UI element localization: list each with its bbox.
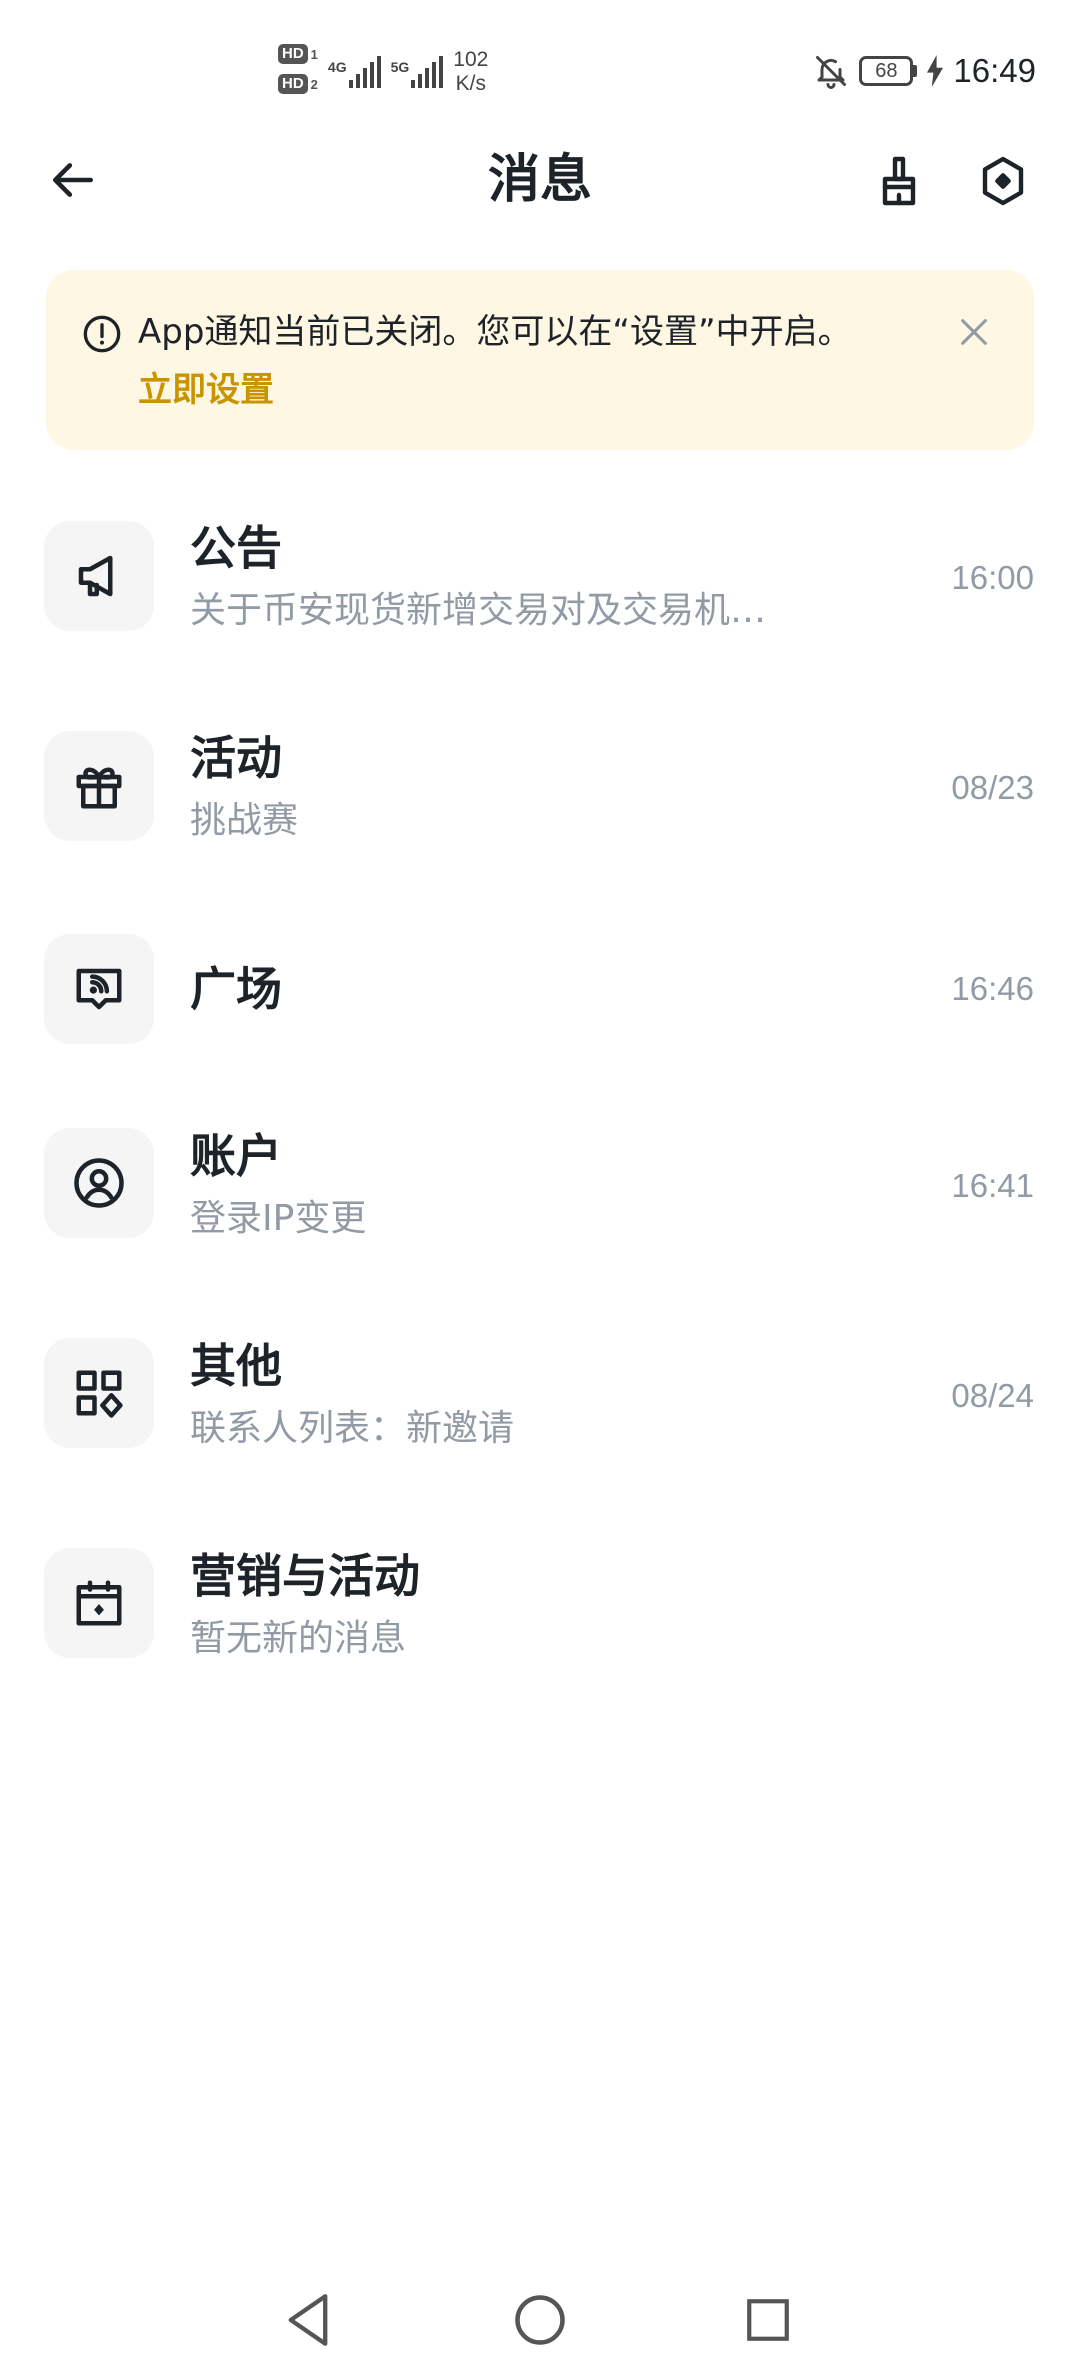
notification-off-banner: App通知当前已关闭。您可以在“设置”中开启。 立即设置 bbox=[46, 270, 1034, 450]
gift-icon bbox=[76, 767, 122, 809]
triangle-back-icon bbox=[288, 2294, 328, 2346]
sim2-hd-badge: HD bbox=[278, 74, 308, 94]
speed-unit: K/s bbox=[455, 72, 486, 95]
close-icon bbox=[961, 319, 987, 345]
item-time: 16:41 bbox=[951, 1167, 1034, 1204]
icon-container bbox=[44, 1338, 154, 1448]
user-circle-icon bbox=[74, 1158, 124, 1208]
item-time: 16:46 bbox=[951, 970, 1034, 1007]
notice-text: App通知当前已关闭。您可以在“设置”中开启。 bbox=[138, 312, 852, 352]
message-category-list: 公告 关于币安现货新增交易对及交易机… 16:00 活动 挑战赛 08/23 广… bbox=[0, 498, 1080, 1740]
item-title: 公告 bbox=[190, 521, 282, 575]
status-time: 16:49 bbox=[953, 52, 1036, 89]
icon-container bbox=[44, 1128, 154, 1238]
sim1-index: 1 bbox=[310, 46, 318, 62]
network1-label: 4G bbox=[327, 59, 347, 75]
nav-back-button[interactable] bbox=[276, 2288, 340, 2352]
sim2-indicator: HD 2 bbox=[278, 74, 318, 94]
item-title: 广场 bbox=[190, 962, 282, 1016]
sim1-hd-badge: HD bbox=[278, 44, 308, 64]
icon-container bbox=[44, 521, 154, 631]
item-time: 08/24 bbox=[951, 1377, 1034, 1414]
page-header: 消息 bbox=[0, 130, 1080, 230]
item-subtitle: 暂无新的消息 bbox=[190, 1618, 407, 1659]
list-item-account[interactable]: 账户 登录IP变更 16:41 bbox=[0, 1110, 1080, 1320]
circle-home-icon bbox=[515, 2295, 565, 2345]
settings-button[interactable] bbox=[972, 150, 1034, 212]
system-nav-bar bbox=[0, 2270, 1080, 2370]
clear-all-button[interactable] bbox=[868, 150, 930, 212]
charging-bolt-icon bbox=[927, 55, 944, 87]
item-subtitle: 联系人列表：新邀请 bbox=[190, 1408, 515, 1449]
list-item-activity[interactable]: 活动 挑战赛 08/23 bbox=[0, 708, 1080, 918]
signal-bars-icon bbox=[348, 56, 381, 88]
network2-label: 5G bbox=[390, 59, 410, 75]
item-subtitle: 挑战赛 bbox=[190, 800, 299, 841]
item-subtitle: 登录IP变更 bbox=[190, 1198, 367, 1239]
apps-grid-icon bbox=[76, 1370, 123, 1418]
list-item-other[interactable]: 其他 联系人列表：新邀请 08/24 bbox=[0, 1320, 1080, 1530]
status-left: HD 1 HD 2 4G 5G 102 K/s bbox=[278, 44, 488, 96]
speed-value: 102 bbox=[453, 48, 489, 71]
list-item-announcement[interactable]: 公告 关于币安现货新增交易对及交易机… 16:00 bbox=[0, 498, 1080, 708]
network1-signal: 4G bbox=[328, 56, 381, 88]
item-title: 其他 bbox=[190, 1339, 282, 1393]
battery-level: 68 bbox=[859, 56, 914, 86]
item-title: 账户 bbox=[190, 1129, 282, 1183]
square-recents-icon bbox=[747, 2299, 789, 2341]
close-banner-button[interactable] bbox=[952, 310, 996, 354]
icon-container bbox=[44, 934, 154, 1044]
battery-icon: 68 bbox=[859, 56, 918, 86]
status-bar: HD 1 HD 2 4G 5G 102 K/s 68 16:49 bbox=[0, 0, 1080, 140]
sim1-indicator: HD 1 bbox=[278, 44, 318, 64]
network2-signal: 5G bbox=[391, 56, 444, 88]
nav-home-button[interactable] bbox=[508, 2288, 572, 2352]
sim-indicators: HD 1 HD 2 bbox=[278, 44, 318, 94]
item-subtitle: 关于币安现货新增交易对及交易机… bbox=[190, 590, 767, 631]
list-item-marketing[interactable]: 营销与活动 暂无新的消息 bbox=[0, 1530, 1080, 1740]
calendar-icon bbox=[76, 1580, 122, 1626]
info-circle-icon bbox=[83, 315, 121, 353]
network-speed: 102 K/s bbox=[453, 48, 488, 96]
item-time: 08/23 bbox=[951, 769, 1034, 806]
brush-icon bbox=[882, 156, 916, 206]
megaphone-icon bbox=[78, 555, 113, 597]
sim2-index: 2 bbox=[310, 76, 318, 92]
bell-off-icon bbox=[816, 56, 847, 89]
icon-container bbox=[44, 1548, 154, 1658]
item-title: 营销与活动 bbox=[190, 1549, 420, 1603]
chat-feed-icon bbox=[76, 968, 122, 1010]
icon-container bbox=[44, 731, 154, 841]
hexagon-settings-icon bbox=[982, 156, 1024, 206]
item-time: 16:00 bbox=[951, 559, 1034, 596]
list-item-square[interactable]: 广场 16:46 bbox=[0, 918, 1080, 1110]
signal-bars-icon bbox=[411, 56, 444, 88]
open-settings-link[interactable]: 立即设置 bbox=[138, 368, 274, 412]
status-right: 68 16:49 bbox=[813, 52, 1036, 90]
nav-recents-button[interactable] bbox=[736, 2288, 800, 2352]
item-title: 活动 bbox=[190, 731, 282, 785]
